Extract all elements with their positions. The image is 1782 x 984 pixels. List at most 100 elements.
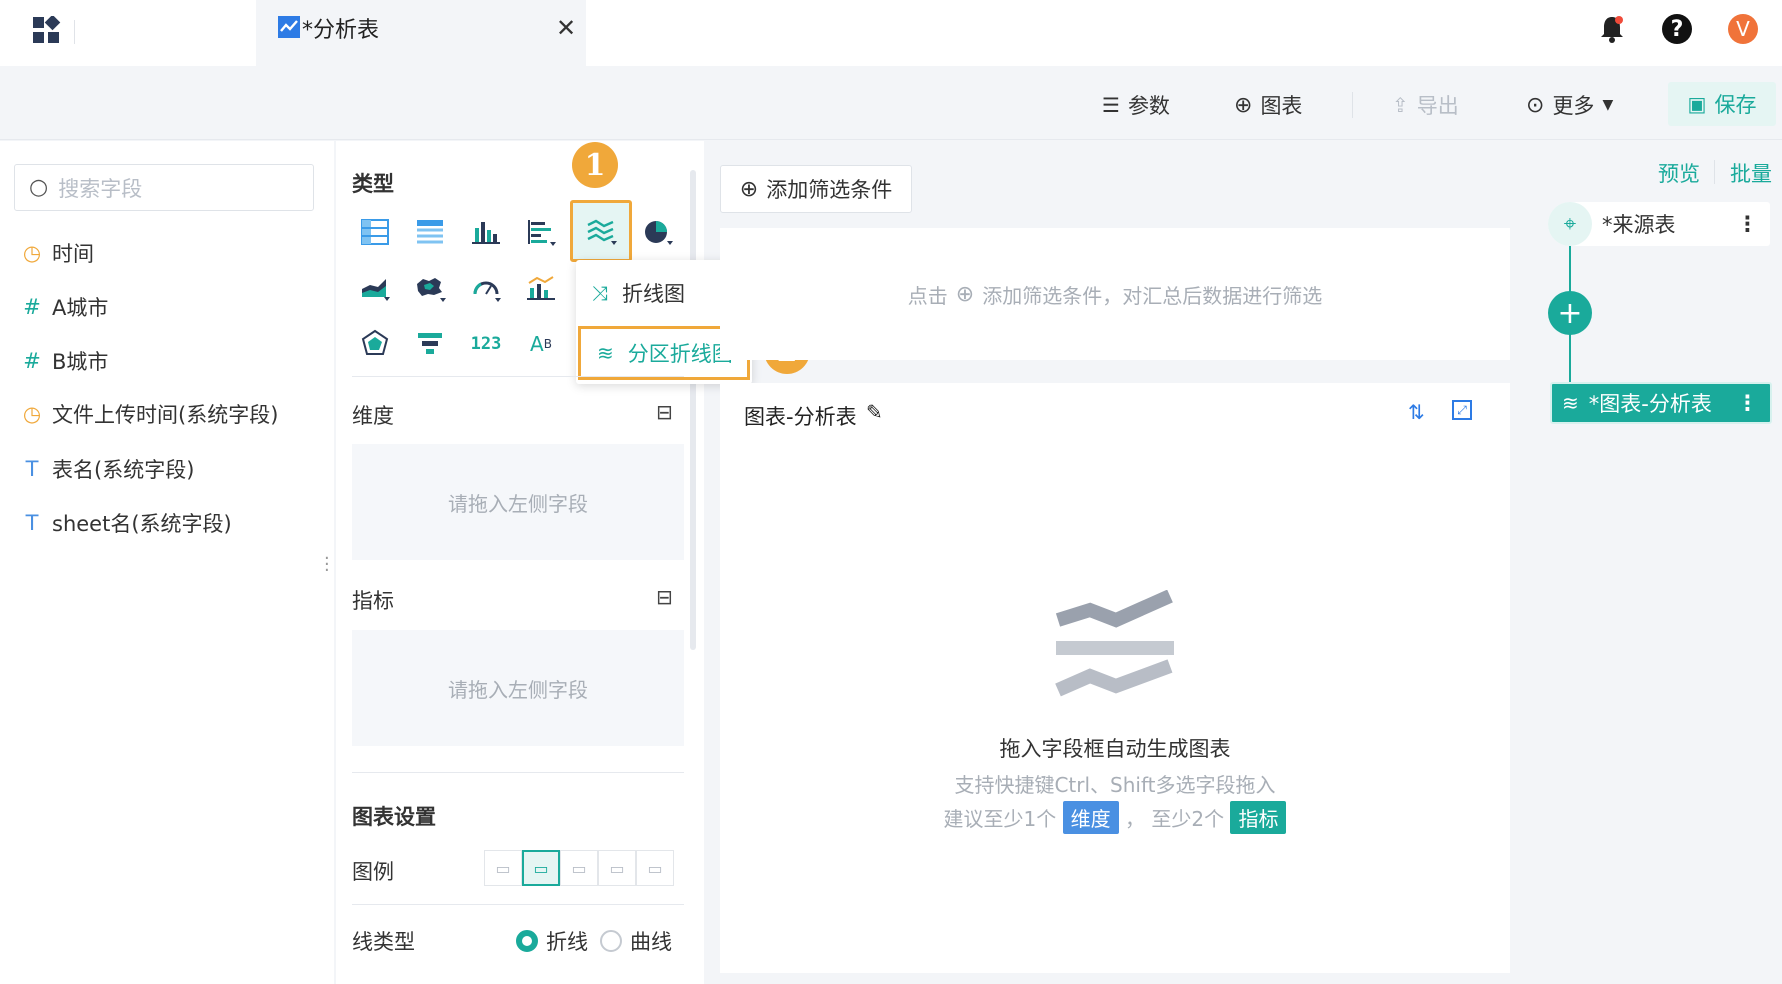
toolbox-icon[interactable]: ⊟ [656,400,673,424]
divider [1714,160,1715,184]
sort-icon[interactable]: ⇅ [1408,400,1425,424]
toolbox-icon[interactable]: ⊟ [656,585,673,609]
legend-bottom-option[interactable]: ▭ [636,850,674,886]
clock-icon: ◷ [22,402,42,426]
bar-chart-icon[interactable] [466,212,506,252]
close-icon[interactable]: ✕ [556,14,576,42]
field-item[interactable]: ◷ 时间 [22,238,94,268]
dimension-dropzone[interactable]: 请拖入左侧字段 [352,444,684,560]
more-button[interactable]: ⊙ 更多 ▼ [1526,90,1613,120]
expand-icon[interactable]: ⤢ [1452,400,1472,420]
search-input[interactable]: ○ 搜索字段 [14,164,314,211]
help-icon[interactable]: ? [1662,14,1692,44]
table-icon[interactable] [355,212,395,252]
divider [352,904,684,905]
search-icon: ○ [29,175,49,200]
source-icon: ⌖ [1548,202,1592,246]
radio-icon [516,930,538,952]
more-vertical-icon[interactable]: ⋮ [1737,212,1758,236]
area-chart-icon[interactable] [355,268,395,308]
resize-handle[interactable]: · · · [324,550,330,580]
bell-icon[interactable] [1598,14,1626,44]
number-card-icon[interactable]: 123 [466,324,506,364]
linetype-radio-curve[interactable]: 曲线 [600,926,672,956]
metric-dropzone[interactable]: 请拖入左侧字段 [352,630,684,746]
radar-icon[interactable] [355,324,395,364]
linetype-radio-polyline[interactable]: 折线 [516,926,588,956]
plus-circle-icon: ⊕ [1234,92,1253,118]
save-button[interactable]: ▣ 保存 [1668,82,1776,126]
add-node-button[interactable]: + [1548,291,1592,335]
line-chart-icon: ⤨ [592,281,608,305]
line-chart-icon [278,16,300,38]
tab-title: *分析表 [302,18,380,43]
legend-icon: ▭ [571,858,587,878]
empty-suggestion: 建议至少1个 维度 ， 至少2个 指标 [720,801,1510,834]
combo-chart-icon[interactable] [521,268,561,308]
hash-icon: # [23,349,41,373]
plus-circle-icon[interactable]: ⊕ [956,282,974,307]
field-item[interactable]: # B城市 [22,346,108,376]
gauge-icon[interactable] [466,268,506,308]
legend-icon: ▭ [533,858,549,878]
area-line-icon-selected[interactable] [570,200,632,262]
settings-title: 图表设置 [352,805,436,829]
map-icon[interactable] [410,268,450,308]
linetype-label: 线类型 [352,930,415,954]
empty-title: 拖入字段框自动生成图表 [999,737,1231,761]
params-button[interactable]: ☰ 参数 [1102,90,1170,120]
legend-label: 图例 [352,860,394,884]
save-icon: ▣ [1687,92,1707,116]
plus-circle-icon: ⊕ [739,176,759,202]
legend-icon: ▭ [495,858,511,878]
step-badge-1: 1 [572,142,618,188]
field-item[interactable]: T 表名(系统字段) [22,454,195,484]
avatar[interactable]: V [1728,14,1758,44]
source-node[interactable]: ⌖ *来源表 ⋮ [1548,202,1770,246]
export-button[interactable]: ⇪ 导出 [1392,90,1459,120]
legend-position-group: ▭ ▭ ▭ ▭ ▭ [484,850,674,886]
empty-subtitle: 支持快捷键Ctrl、Shift多选字段拖入 [954,773,1276,797]
scrollbar[interactable] [690,170,696,650]
export-icon: ⇪ [1392,93,1409,117]
preview-link[interactable]: 预览 [1658,158,1700,188]
caret-down-icon: ▼ [1602,97,1614,113]
chart-title: 图表-分析表 [744,405,857,429]
detail-table-icon[interactable] [410,212,450,252]
field-item[interactable]: ◷ 文件上传时间(系统字段) [22,399,279,429]
divider [352,376,684,377]
metric-tag: 指标 [1230,801,1287,834]
field-item[interactable]: # A城市 [22,292,108,322]
clock-icon: ◷ [22,241,42,265]
legend-right-option[interactable]: ▭ [522,850,560,886]
legend-left-option[interactable]: ▭ [560,850,598,886]
dimension-tag: 维度 [1062,801,1119,834]
area-line-placeholder-icon [1054,589,1176,702]
divider [1352,92,1353,118]
word-cloud-icon[interactable]: AB [521,324,561,364]
funnel-icon[interactable] [410,324,450,364]
pie-chart-icon[interactable] [638,212,678,252]
add-chart-button[interactable]: ⊕ 图表 [1234,90,1302,120]
radio-icon [600,930,622,952]
hash-icon: # [23,295,41,319]
legend-icon: ▭ [609,858,625,878]
apps-grid-icon[interactable] [32,14,62,46]
field-item[interactable]: T sheet名(系统字段) [22,508,232,538]
flow-panel [1530,141,1782,984]
legend-top-option[interactable]: ▭ [598,850,636,886]
dimension-title: 维度 [352,404,394,428]
batch-link[interactable]: 批量 [1730,158,1772,188]
area-line-icon: ≋ [1562,391,1579,415]
metric-title: 指标 [352,589,394,613]
divider [352,772,684,773]
more-vertical-icon[interactable]: ⋮ [1737,391,1758,415]
add-filter-button[interactable]: ⊕ 添加筛选条件 [720,165,912,213]
type-title: 类型 [352,172,394,196]
chart-node[interactable]: ≋ *图表-分析表 ⋮ [1550,382,1772,424]
legend-none-option[interactable]: ▭ [484,850,522,886]
text-icon: T [25,457,39,481]
divider [74,20,75,44]
horizontal-bar-icon[interactable] [521,212,561,252]
edit-icon[interactable]: ✎ [866,400,883,424]
